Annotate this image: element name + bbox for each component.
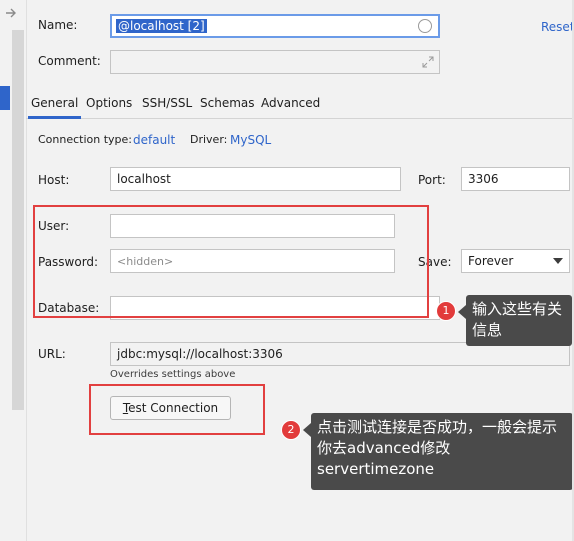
annotation-tooltip-1: 输入这些有关信息 [458, 295, 572, 346]
driver-link[interactable]: MySQL [230, 133, 271, 147]
reset-link[interactable]: Reset [541, 20, 574, 34]
port-label: Port: [418, 173, 446, 187]
host-input-value: localhost [117, 172, 171, 186]
annotation-box-credentials [33, 205, 429, 318]
circle-icon[interactable] [418, 19, 432, 33]
connection-type-link[interactable]: default [133, 133, 175, 147]
annotation-box-test [89, 384, 265, 435]
chevron-down-icon [553, 258, 563, 264]
name-input[interactable]: @localhost [2] [110, 14, 440, 38]
name-label: Name: [38, 18, 78, 32]
data-source-dialog: Name: @localhost [2] Reset Comment: Gene… [0, 0, 574, 541]
left-scrollbar[interactable] [12, 30, 24, 410]
left-selection-marker [0, 86, 10, 110]
save-select-value: Forever [468, 254, 514, 268]
driver-label: Driver: [190, 133, 228, 146]
expand-icon[interactable] [422, 56, 434, 68]
tab-advanced[interactable]: Advanced [261, 96, 320, 110]
annotation-badge-1: 1 [436, 301, 456, 321]
tab-bar: General Options SSH/SSL Schemas Advanced [26, 92, 574, 119]
arrow-right-icon[interactable] [4, 6, 18, 20]
annotation-badge-2: 2 [281, 420, 301, 440]
url-input-value: jdbc:mysql://localhost:3306 [117, 347, 283, 361]
name-input-value: @localhost [2] [116, 19, 207, 33]
url-label: URL: [38, 347, 66, 361]
comment-input[interactable] [110, 50, 440, 74]
port-input[interactable]: 3306 [461, 167, 570, 191]
host-input[interactable]: localhost [110, 167, 401, 191]
port-input-value: 3306 [468, 172, 499, 186]
tab-options[interactable]: Options [86, 96, 132, 110]
save-select[interactable]: Forever [461, 249, 570, 273]
tab-schemas[interactable]: Schemas [200, 96, 255, 110]
left-panel-strip [0, 0, 27, 541]
tab-general[interactable]: General [27, 96, 82, 119]
annotation-tooltip-2: 点击测试连接是否成功，一般会提示你去advanced修改servertimezo… [303, 413, 573, 490]
connection-type-label: Connection type: [38, 133, 133, 146]
host-label: Host: [38, 173, 70, 187]
url-hint: Overrides settings above [110, 369, 236, 380]
tab-ssh-ssl[interactable]: SSH/SSL [142, 96, 192, 110]
comment-label: Comment: [38, 54, 101, 68]
